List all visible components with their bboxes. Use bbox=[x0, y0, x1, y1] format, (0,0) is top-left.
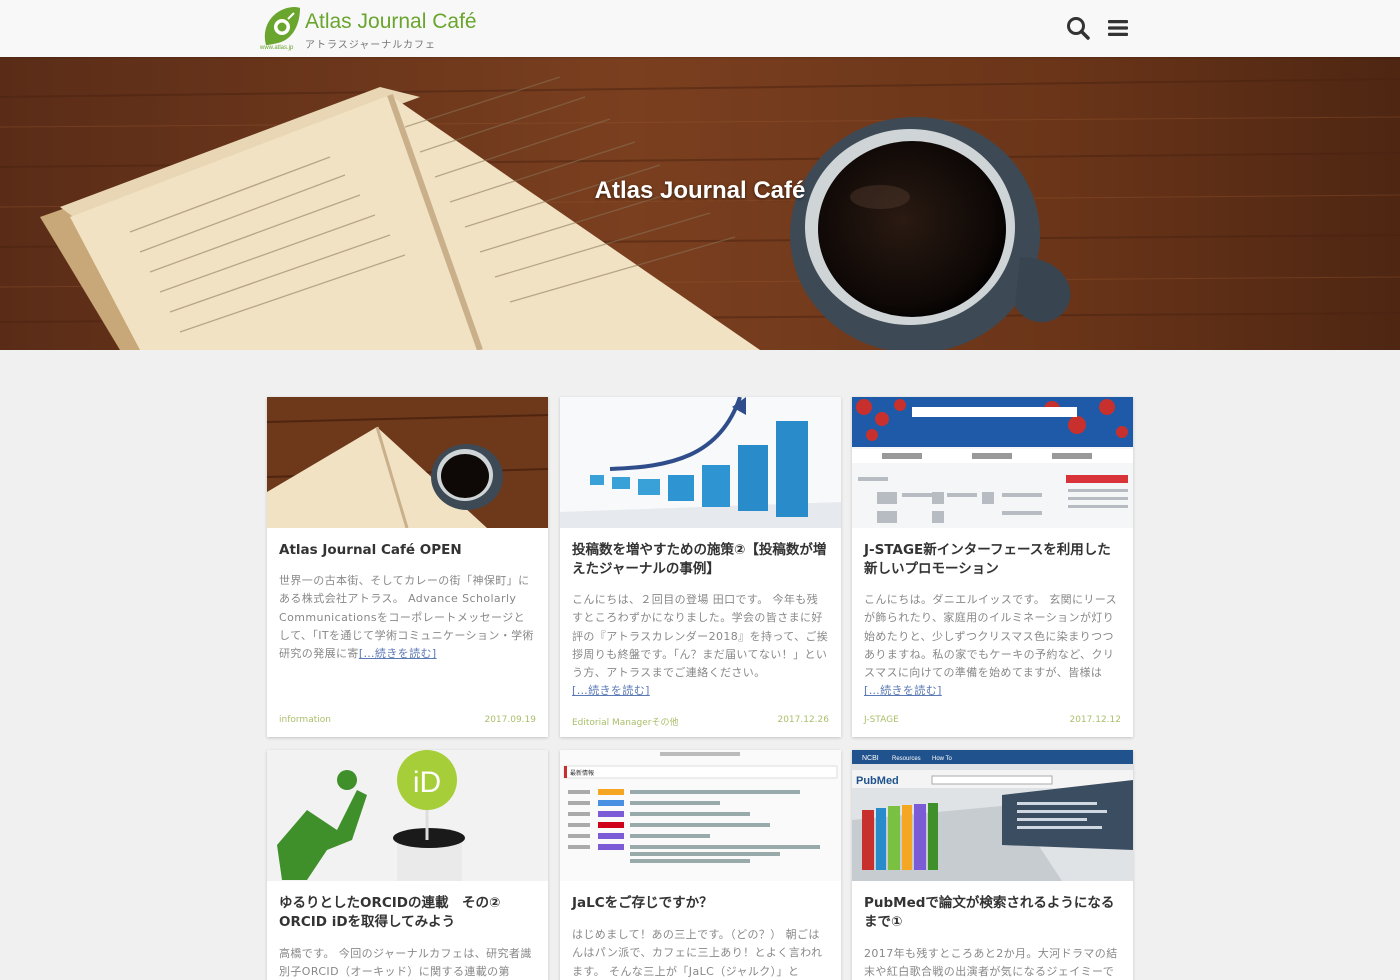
leaf-logo-icon bbox=[260, 5, 302, 49]
post-date: 2017.09.19 bbox=[484, 715, 536, 725]
resources-text: Resources bbox=[892, 756, 921, 762]
post-category[interactable]: Editorial Managerその他 bbox=[572, 715, 678, 728]
post-card: 最新情報 JaLCをご存じですか？ はじめまして！あの三上です。（どの？） 朝ご… bbox=[560, 750, 841, 980]
search-button[interactable] bbox=[1064, 14, 1092, 42]
post-excerpt-text: こんにちは、２回目の登場 田口です。 今年も残すところわずかになりました。学会の… bbox=[572, 593, 829, 680]
post-body: JaLCをご存じですか？ はじめまして！あの三上です。（どの？） 朝ごはんはパン… bbox=[560, 881, 841, 980]
jstage-screenshot-thumbnail bbox=[852, 397, 1133, 528]
post-card: Atlas Journal Café OPEN 世界一の古本街、そしてカレーの街… bbox=[267, 397, 548, 737]
post-excerpt-text: はじめまして！あの三上です。（どの？） 朝ごはんはパン派で、カフェに三上あり！と… bbox=[572, 928, 823, 978]
logo-subtitle: アトラスジャーナルカフェ bbox=[305, 40, 436, 51]
post-card: J-STAGE新インターフェースを利用した新しいプロモーション こんにちは。ダニ… bbox=[852, 397, 1133, 737]
post-thumbnail[interactable] bbox=[560, 397, 841, 528]
hero-title: Atlas Journal Café bbox=[594, 177, 806, 204]
news-header-text: 最新情報 bbox=[570, 769, 594, 777]
post-excerpt: こんにちは、２回目の登場 田口です。 今年も残すところわずかになりました。学会の… bbox=[572, 591, 829, 701]
post-excerpt: 世界一の古本街、そしてカレーの街「神保町」にある株式会社アトラス。 Advanc… bbox=[279, 572, 536, 663]
post-body: PubMedで論文が検索されるようになるまで① 2017年も残すところあと2か月… bbox=[852, 881, 1133, 980]
howto-text: How To bbox=[932, 756, 953, 762]
post-thumbnail[interactable]: iD bbox=[267, 750, 548, 881]
post-excerpt-text: 2017年も残すところあと2か月。大河ドラマの結末や紅白歌合戦の出演者が気になる… bbox=[864, 947, 1118, 979]
post-thumbnail[interactable]: NCBI Resources How To PubMed bbox=[852, 750, 1133, 881]
post-title[interactable]: PubMedで論文が検索されるようになるまで① bbox=[864, 894, 1121, 932]
logo-url-text: www.atlas.jp bbox=[260, 45, 294, 51]
orcid-figure-thumbnail: iD bbox=[267, 750, 548, 881]
post-excerpt-text: こんにちは。ダニエルイッスです。 玄関にリースが飾られたり、家庭用のイルミネーシ… bbox=[864, 593, 1118, 680]
jalc-news-thumbnail: 最新情報 bbox=[560, 750, 841, 881]
post-body: J-STAGE新インターフェースを利用した新しいプロモーション こんにちは。ダニ… bbox=[852, 528, 1133, 701]
site-header: www.atlas.jp Atlas Journal Café アトラスジャーナ… bbox=[0, 0, 1400, 57]
read-more-link[interactable]: […続きを読む] bbox=[359, 647, 437, 660]
post-title[interactable]: Atlas Journal Café OPEN bbox=[279, 541, 536, 560]
post-title[interactable]: ゆるりとしたORCIDの連載 その② ORCID iDを取得してみよう bbox=[279, 894, 536, 932]
book-coffee-thumbnail bbox=[267, 397, 548, 528]
read-more-link[interactable]: […続きを読む] bbox=[864, 684, 942, 697]
ncbi-text: NCBI bbox=[862, 755, 879, 762]
post-card: NCBI Resources How To PubMed PubMedで論文が検… bbox=[852, 750, 1133, 980]
post-excerpt-text: 高橋です。 今回のジャーナルカフェは、研究者識別子ORCID（オーキッド）に関す… bbox=[279, 947, 532, 979]
post-card: 投稿数を増やすための施策②【投稿数が増えたジャーナルの事例】 こんにちは、２回目… bbox=[560, 397, 841, 737]
post-date: 2017.12.26 bbox=[777, 715, 829, 725]
post-card: iD ゆるりとしたORCIDの連載 その② ORCID iDを取得してみよう 高… bbox=[267, 750, 548, 980]
hamburger-menu-icon bbox=[1108, 20, 1128, 36]
post-date: 2017.12.12 bbox=[1069, 715, 1121, 725]
hero-banner: Atlas Journal Café bbox=[0, 57, 1400, 350]
post-body: Atlas Journal Café OPEN 世界一の古本街、そしてカレーの街… bbox=[267, 528, 548, 663]
read-more-link[interactable]: […続きを読む] bbox=[572, 684, 650, 697]
post-category[interactable]: J-STAGE bbox=[864, 715, 899, 725]
post-thumbnail[interactable]: 最新情報 bbox=[560, 750, 841, 881]
search-icon bbox=[1067, 17, 1090, 40]
pubmed-logo-text: PubMed bbox=[856, 775, 899, 787]
bar-growth-thumbnail bbox=[560, 397, 841, 528]
logo-title: Atlas Journal Café bbox=[305, 10, 477, 33]
orcid-id-text: iD bbox=[413, 766, 441, 799]
pubmed-screen-thumbnail: NCBI Resources How To PubMed bbox=[852, 750, 1133, 881]
post-thumbnail[interactable] bbox=[267, 397, 548, 528]
post-category[interactable]: information bbox=[279, 715, 331, 725]
menu-button[interactable] bbox=[1104, 14, 1132, 42]
post-excerpt: 高橋です。 今回のジャーナルカフェは、研究者識別子ORCID（オーキッド）に関す… bbox=[279, 945, 536, 980]
post-body: ゆるりとしたORCIDの連載 その② ORCID iDを取得してみよう 高橋です… bbox=[267, 881, 548, 980]
post-excerpt: はじめまして！あの三上です。（どの？） 朝ごはんはパン派で、カフェに三上あり！と… bbox=[572, 926, 829, 980]
post-excerpt: こんにちは。ダニエルイッスです。 玄関にリースが飾られたり、家庭用のイルミネーシ… bbox=[864, 591, 1121, 701]
post-excerpt: 2017年も残すところあと2か月。大河ドラマの結末や紅白歌合戦の出演者が気になる… bbox=[864, 945, 1121, 980]
post-body: 投稿数を増やすための施策②【投稿数が増えたジャーナルの事例】 こんにちは、２回目… bbox=[560, 528, 841, 701]
post-title[interactable]: 投稿数を増やすための施策②【投稿数が増えたジャーナルの事例】 bbox=[572, 541, 829, 579]
post-thumbnail[interactable] bbox=[852, 397, 1133, 528]
post-title[interactable]: J-STAGE新インターフェースを利用した新しいプロモーション bbox=[864, 541, 1121, 579]
post-title[interactable]: JaLCをご存じですか？ bbox=[572, 894, 829, 913]
site-logo[interactable]: www.atlas.jp Atlas Journal Café アトラスジャーナ… bbox=[260, 5, 520, 53]
